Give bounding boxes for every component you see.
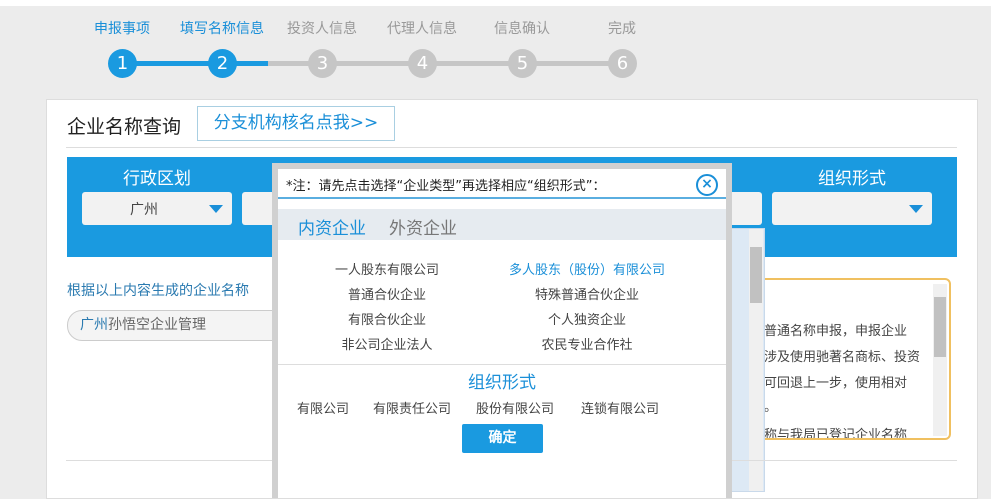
region-select[interactable]: 广州 — [82, 192, 232, 225]
name-prefix: 广州 — [80, 317, 108, 333]
type-option[interactable]: 一人股东有限公司 — [287, 259, 487, 278]
close-icon[interactable]: × — [696, 174, 718, 196]
notice-line: 涉及使用驰著名商标、投资 — [764, 350, 921, 365]
dropdown-list[interactable] — [730, 228, 765, 492]
modal-divider — [278, 364, 726, 365]
org-form-option[interactable]: 连锁有限公司 — [581, 398, 659, 417]
step-circle: 2 — [208, 49, 237, 78]
org-form-title: 组织形式 — [468, 373, 536, 393]
org-form-option[interactable]: 有限责任公司 — [373, 398, 451, 417]
branch-name-check-button[interactable]: 分支机构核名点我>> — [197, 106, 395, 141]
enterprise-type-modal: *注：请先点击选择“企业类型”再选择相应“组织形式”： × 内资企业 外资企业 … — [272, 163, 732, 498]
scroll-thumb[interactable] — [934, 297, 946, 357]
notice-line: 普通名称申报，申报企业 — [764, 324, 908, 339]
step-circle: 6 — [608, 49, 637, 78]
divider — [66, 147, 957, 148]
modal-note: *注：请先点击选择“企业类型”再选择相应“组织形式”： — [286, 179, 606, 194]
progress-fill — [122, 61, 268, 66]
region-label: 行政区划 — [123, 169, 191, 189]
modal-divider — [278, 197, 726, 199]
type-option[interactable]: 特殊普通合伙企业 — [487, 284, 687, 303]
step-circle: 3 — [308, 49, 337, 78]
type-option[interactable]: 有限合伙企业 — [287, 309, 487, 328]
step-label: 代理人信息 — [387, 21, 457, 37]
org-form-select[interactable] — [772, 192, 932, 225]
type-option[interactable]: 农民专业合作社 — [487, 334, 687, 353]
name-rest: 孙悟空企业管理 — [108, 317, 206, 333]
org-form-option[interactable]: 有限公司 — [297, 398, 349, 417]
dropdown-scrollbar[interactable] — [749, 229, 763, 491]
step-circle: 5 — [508, 49, 537, 78]
generated-name-field[interactable]: 广州孙悟空企业管理 — [67, 310, 287, 341]
step-label: 投资人信息 — [287, 21, 357, 37]
type-option[interactable]: 个人独资企业 — [487, 309, 687, 328]
chevron-down-icon — [909, 205, 923, 213]
tab-domestic[interactable]: 内资企业 — [298, 214, 366, 239]
notice-line: 可回退上一步，使用相对 — [764, 376, 908, 391]
step-label: 完成 — [608, 21, 636, 37]
step-circle: 1 — [108, 49, 137, 78]
type-option[interactable]: 非公司企业法人 — [287, 334, 487, 353]
notice-line: 。 — [764, 400, 778, 415]
step-label: 信息确认 — [494, 21, 550, 37]
confirm-button[interactable]: 确定 — [462, 424, 543, 453]
type-tabs: 内资企业 外资企业 — [278, 209, 726, 240]
notice-box: 普通名称申报，申报企业 涉及使用驰著名商标、投资 可回退上一步，使用相对 。 称… — [740, 278, 951, 440]
org-form-option[interactable]: 股份有限公司 — [476, 398, 554, 417]
step-label: 填写名称信息 — [180, 21, 264, 37]
org-form-label: 组织形式 — [818, 169, 886, 189]
generated-name-label: 根据以上内容生成的企业名称 — [67, 283, 249, 299]
type-option[interactable]: 普通合伙企业 — [287, 284, 487, 303]
region-value: 广州 — [130, 202, 158, 218]
notice-scrollbar[interactable] — [933, 284, 947, 436]
scroll-thumb[interactable] — [750, 247, 762, 303]
tab-foreign[interactable]: 外资企业 — [389, 214, 457, 239]
notice-line: 称与我局已登记企业名称 — [764, 428, 908, 440]
type-option-selected[interactable]: 多人股东（股份）有限公司 — [487, 259, 687, 278]
page-title: 企业名称查询 — [67, 116, 182, 138]
chevron-down-icon — [209, 205, 223, 213]
step-label: 申报事项 — [94, 21, 150, 37]
top-strip — [0, 0, 991, 6]
step-circle: 4 — [408, 49, 437, 78]
